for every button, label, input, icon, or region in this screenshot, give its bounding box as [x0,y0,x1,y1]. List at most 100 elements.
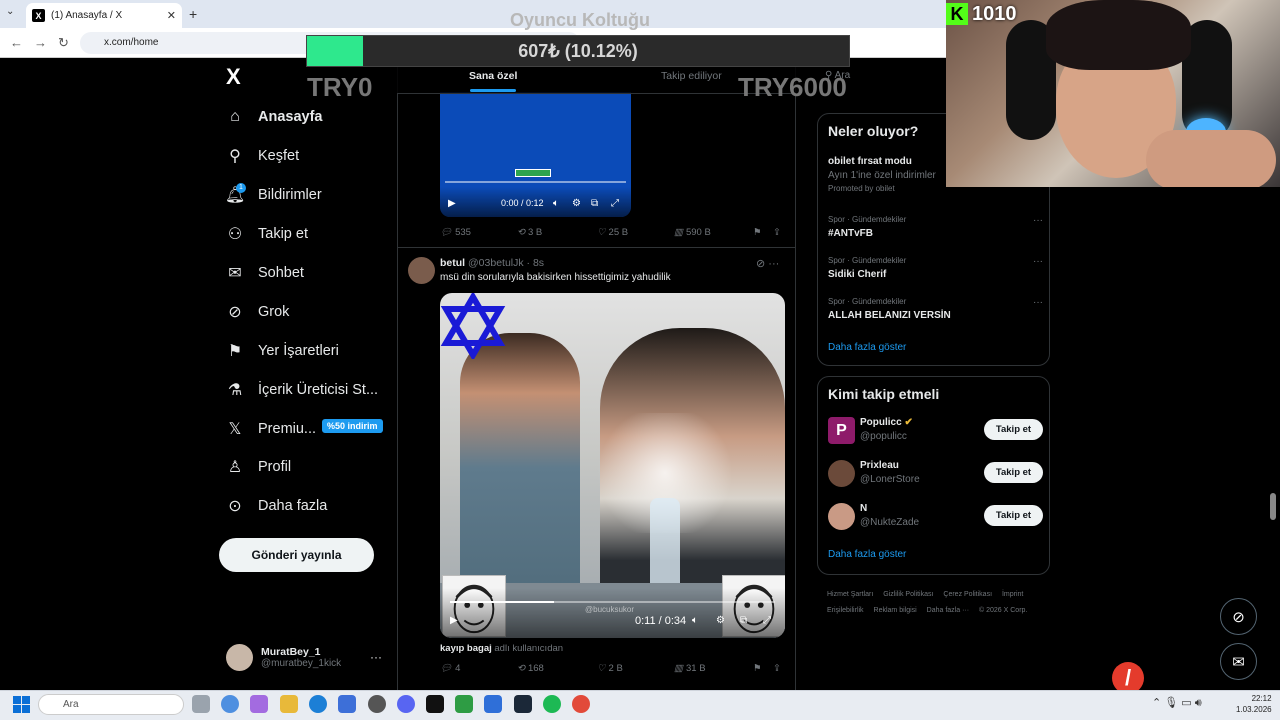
app-icon[interactable] [484,695,502,713]
sidebar-item-bookmark[interactable]: ⚑ Yer İşaretleri [226,342,339,360]
reply-button[interactable]: 💬︎ 535 [440,227,471,238]
settings-icon[interactable]: ⚙ [572,198,581,209]
reload-button[interactable]: ↻ [58,35,69,51]
sidebar-item-profile[interactable]: ♙ Profil [226,458,291,476]
fullscreen-icon[interactable]: ⤢ [763,615,771,626]
video-player[interactable]: @bucuksukor ▶ 0:11 / 0:34 🔈︎ ⚙ ⧉ ⤢ [440,293,785,638]
more-icon[interactable]: ··· [768,258,779,270]
avatar[interactable] [408,257,435,284]
chrome-active-icon[interactable] [572,695,590,713]
tab-for-you[interactable]: Sana özel [469,70,517,82]
trend-item[interactable]: Spor · Gündemdekiler #ANTvFB ··· [828,215,1043,239]
tab-list-button[interactable]: ⌄ [6,6,14,17]
chrome-icon[interactable] [221,695,239,713]
taskbar-clock[interactable]: 22:12 1.03.2026 [1236,693,1272,715]
spotify-icon[interactable] [543,695,561,713]
account-switcher[interactable]: MuratBey_1 @muratbey_1kick [226,644,341,671]
sidebar-item-mail[interactable]: ✉ Sohbet [226,264,304,282]
credit-name[interactable]: kayıp bagaj [440,643,492,654]
footer-link[interactable]: Gizlilik Politikası [883,591,933,598]
follow-button[interactable]: Takip et [984,462,1043,483]
browser-tab[interactable]: X (1) Anasayfa / X ✕ [26,3,182,28]
footer-link[interactable]: Erişilebilirlik [827,607,864,614]
trend-item[interactable]: Spor · Gündemdekiler Sidiki Cherif ··· [828,256,1043,280]
bookmark-icon[interactable]: ⚑ [753,227,762,238]
edge-icon[interactable] [309,695,327,713]
tab-following[interactable]: Takip ediliyor [661,70,722,82]
steam-icon[interactable] [514,695,532,713]
back-button[interactable]: ← [10,35,23,50]
show-more-link[interactable]: Daha fazla göster [828,549,906,560]
copilot-icon[interactable] [250,695,268,713]
sidebar-item-x-premium[interactable]: 𝕏 Premiu... [226,420,316,438]
taskbar-search-input[interactable]: Ara [38,694,184,715]
show-more-link[interactable]: Daha fazla göster [828,342,906,353]
store-icon[interactable] [338,695,356,713]
more-icon[interactable]: ··· [1033,215,1043,226]
fullscreen-icon[interactable]: ⤢ [611,198,619,209]
footer-link[interactable]: İmprint [1002,591,1023,598]
post-menu[interactable]: ⊘ ··· [756,257,779,270]
views-button[interactable]: ▥ 31 B [674,663,706,674]
task-view-icon[interactable] [192,695,210,713]
follow-button[interactable]: Takip et [984,505,1043,526]
messages-fab-button[interactable]: ✉ [1220,643,1257,680]
trend-item[interactable]: Spor · Gündemdekiler ALLAH BELANIZI VERS… [828,297,1043,321]
suggestion-handle: @LonerStore [860,474,920,485]
footer-link[interactable]: Hizmet Şartları [827,591,873,598]
x-logo[interactable]: X [226,64,241,90]
sidebar-item-home[interactable]: ⌂ Anasayfa [226,108,322,126]
follow-button[interactable]: Takip et [984,419,1043,440]
forward-button[interactable]: → [34,35,47,50]
capcut-icon[interactable] [426,695,444,713]
grok-fab-button[interactable]: ⊘ [1220,598,1257,635]
settings-icon[interactable]: ⚙ [716,615,725,626]
sidebar-item-search[interactable]: ⚲ Keşfet [226,147,299,165]
play-icon[interactable]: ▶ [448,198,456,209]
post-handle[interactable]: @03betulJk · 8s [468,257,544,269]
file-explorer-icon[interactable] [280,695,298,713]
volume-icon[interactable]: 🔈︎ [692,615,698,626]
bookmark-icon[interactable]: ⚑ [753,663,762,674]
pip-icon[interactable]: ⧉ [591,198,598,209]
account-more-icon[interactable]: ··· [370,650,382,664]
windows-start-icon[interactable] [13,696,30,713]
minecraft-icon[interactable] [455,695,473,713]
more-icon[interactable]: ··· [1033,297,1043,308]
like-button[interactable]: ♡ 25 B [597,227,628,238]
reply-button[interactable]: 💬︎ 4 [440,663,460,674]
sidebar-item-grok[interactable]: ⊘ Grok [226,303,289,321]
footer-link[interactable]: Reklam bilgisi [874,607,917,614]
footer-link[interactable]: Çerez Politikası [943,591,992,598]
share-icon[interactable]: ⇪ [773,227,781,238]
new-tab-button[interactable]: + [189,6,197,22]
post-author[interactable]: betul [440,257,465,269]
video-progress[interactable] [445,181,626,183]
follow-suggestion[interactable]: P Populicc ✔ @populicc Takip et [828,417,1043,447]
scrollbar-thumb[interactable] [1270,493,1276,520]
pip-icon[interactable]: ⧉ [740,615,747,626]
repost-button[interactable]: ⟲ 3 B [517,227,542,238]
share-icon[interactable]: ⇪ [773,663,781,674]
more-icon[interactable]: ··· [1033,256,1043,267]
grok-icon[interactable]: ⊘ [756,258,765,270]
sidebar-item-more-circle[interactable]: ⊙ Daha fazla [226,497,327,515]
webcam-overlay [946,0,1280,187]
close-icon[interactable]: ✕ [167,9,176,22]
obs-icon[interactable] [368,695,386,713]
play-icon[interactable]: ▶ [450,615,458,626]
video-content [515,169,551,177]
video-player[interactable]: ▶ 0:00 / 0:12 🔈︎ ⚙ ⧉ ⤢ [440,92,631,217]
footer-link[interactable]: Daha fazla ··· [927,607,969,614]
repost-button[interactable]: ⟲ 168 [517,663,544,674]
follow-suggestion[interactable]: Prixleau @LonerStore Takip et [828,460,1043,490]
sidebar-item-flask[interactable]: ⚗ İçerik Üreticisi St... [226,381,378,399]
follow-suggestion[interactable]: N @NukteZade Takip et [828,503,1043,533]
volume-icon[interactable]: 🔈︎ [553,198,559,209]
like-button[interactable]: ♡ 2 B [597,663,623,674]
post-button[interactable]: Gönderi yayınla [219,538,374,572]
system-tray[interactable]: ⌃ 🎙︎ ▭ 🔊︎ [1152,696,1202,710]
sidebar-item-person-add[interactable]: ⚇ Takip et [226,225,308,243]
views-button[interactable]: ▥ 590 B [674,227,711,238]
discord-icon[interactable] [397,695,415,713]
